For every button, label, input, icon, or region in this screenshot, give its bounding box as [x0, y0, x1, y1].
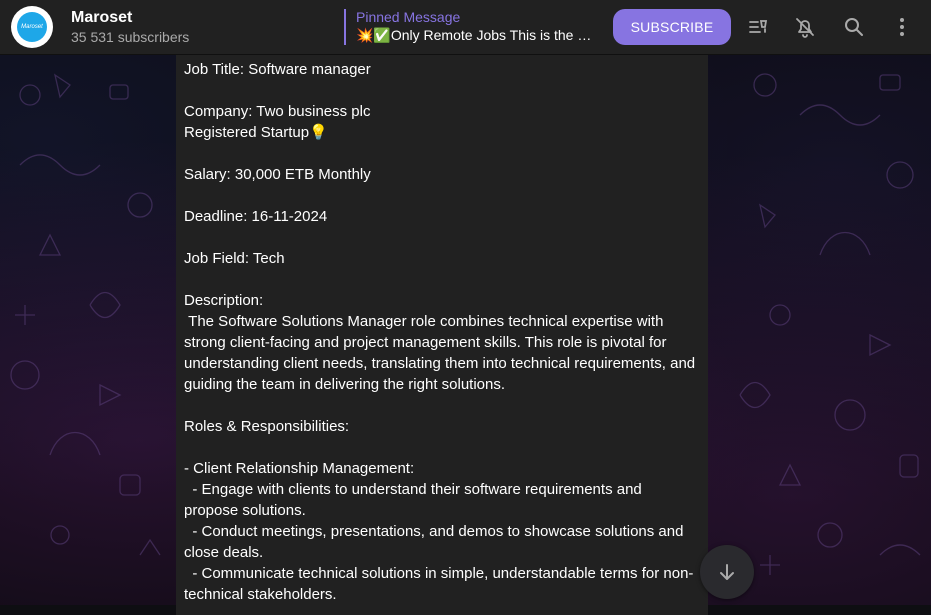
- subscribe-button[interactable]: SUBSCRIBE: [613, 9, 731, 45]
- pinned-message-title: Pinned Message: [356, 9, 461, 25]
- arrow-down-icon: [720, 564, 734, 580]
- pinned-message-text: 💥✅Only Remote Jobs This is the o...: [356, 27, 592, 43]
- mute-bell-icon[interactable]: [791, 13, 819, 41]
- voice-chat-icon[interactable]: [744, 13, 772, 41]
- channel-name[interactable]: Maroset: [71, 9, 132, 27]
- more-vertical-icon[interactable]: [888, 13, 916, 41]
- channel-avatar[interactable]: Maroset: [11, 6, 53, 48]
- subscriber-count: 35 531 subscribers: [71, 29, 190, 45]
- message-bubble: Job Title: Software manager Company: Two…: [176, 55, 708, 615]
- scroll-to-bottom-button[interactable]: [700, 545, 754, 599]
- pinned-message-bar[interactable]: Pinned Message 💥✅Only Remote Jobs This i…: [344, 9, 594, 45]
- message-text: Job Title: Software manager Company: Two…: [184, 61, 696, 603]
- avatar-logo: Maroset: [17, 12, 47, 42]
- search-icon[interactable]: [840, 13, 868, 41]
- chat-header: Maroset Maroset 35 531 subscribers Pinne…: [0, 0, 931, 55]
